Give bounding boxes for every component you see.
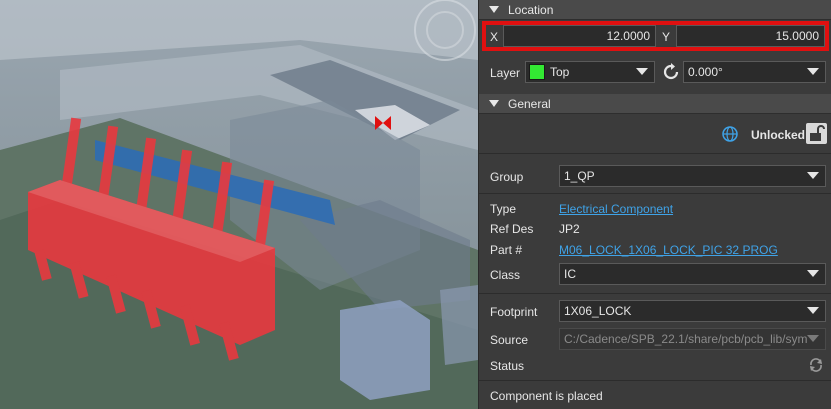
location-title: Location: [508, 3, 554, 17]
layer-dropdown[interactable]: Top: [525, 61, 655, 83]
type-label: Type: [490, 202, 517, 216]
rotation-dropdown[interactable]: 0.000°: [683, 61, 826, 83]
rotation-value: 0.000°: [688, 65, 723, 79]
3d-scene[interactable]: [0, 0, 478, 409]
group-label: Group: [490, 170, 524, 184]
class-value: IC: [564, 267, 576, 281]
layer-label: Layer: [490, 66, 521, 80]
collapse-icon: [489, 6, 499, 13]
lock-status: Unlocked: [751, 128, 806, 142]
status-label: Status: [490, 359, 525, 373]
chevron-down-icon: [807, 307, 819, 314]
location-section-header[interactable]: Location: [479, 0, 831, 20]
x-coordinate-input[interactable]: 12.0000: [503, 25, 656, 47]
refdes-label: Ref Des: [490, 222, 534, 236]
part-number-link[interactable]: M06_LOCK_1X06_LOCK_PIC 32 PROG: [559, 243, 778, 257]
part-label: Part #: [490, 243, 523, 257]
group-dropdown[interactable]: 1_QP: [559, 165, 826, 187]
layer-value: Top: [550, 65, 570, 79]
source-label: Source: [490, 333, 529, 347]
general-section-header[interactable]: General: [479, 94, 831, 114]
chevron-down-icon: [807, 270, 819, 277]
class-label: Class: [490, 268, 521, 282]
chevron-down-icon: [636, 68, 648, 75]
footprint-value: 1X06_LOCK: [564, 304, 632, 318]
properties-panel: Location X 12.0000 Y 15.0000 Layer Top 0…: [478, 0, 831, 409]
type-link[interactable]: Electrical Component: [559, 202, 673, 216]
y-coordinate-input[interactable]: 15.0000: [676, 25, 825, 47]
placement-status-text: Component is placed: [490, 389, 603, 403]
rotate-icon[interactable]: [662, 63, 680, 81]
x-label: X: [490, 30, 499, 44]
y-coordinate-value: 15.0000: [775, 29, 819, 43]
refdes-value: JP2: [559, 222, 580, 236]
footprint-dropdown[interactable]: 1X06_LOCK: [559, 300, 826, 322]
globe-icon[interactable]: [721, 125, 739, 143]
chevron-down-icon: [807, 335, 819, 342]
unlock-icon: [810, 125, 825, 141]
y-label: Y: [662, 30, 671, 44]
refresh-icon[interactable]: [808, 357, 824, 373]
collapse-icon: [489, 100, 499, 107]
connector-port: [340, 300, 430, 400]
footprint-label: Footprint: [490, 305, 538, 319]
chevron-down-icon: [807, 172, 819, 179]
class-dropdown[interactable]: IC: [559, 263, 826, 285]
layer-color-swatch: [529, 64, 545, 80]
3d-viewport[interactable]: [0, 0, 478, 409]
chevron-down-icon: [807, 68, 819, 75]
lock-toggle-button[interactable]: [806, 123, 827, 144]
group-value: 1_QP: [564, 169, 595, 183]
x-coordinate-value: 12.0000: [606, 29, 650, 43]
source-value: C:/Cadence/SPB_22.1/share/pcb/pcb_lib/sy…: [564, 332, 808, 346]
source-dropdown: C:/Cadence/SPB_22.1/share/pcb/pcb_lib/sy…: [559, 328, 826, 350]
general-title: General: [508, 97, 551, 111]
